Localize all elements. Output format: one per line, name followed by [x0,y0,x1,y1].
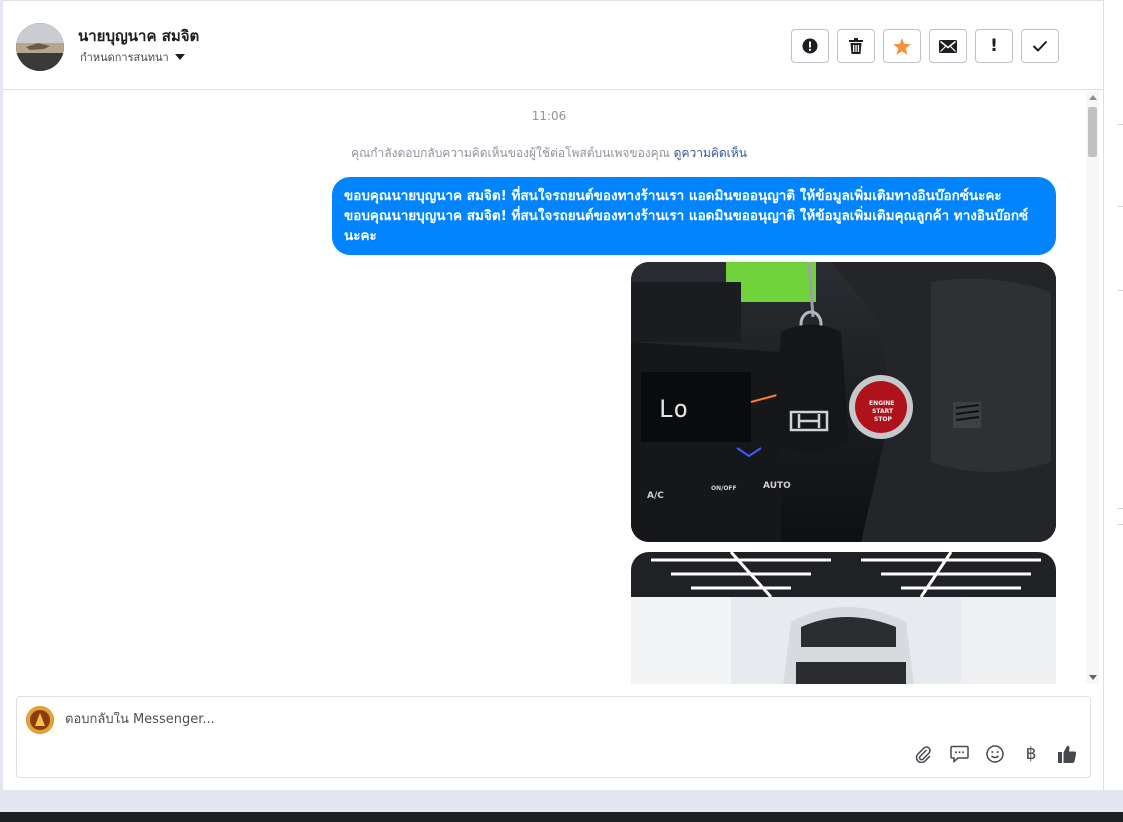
car-trunk-photo[interactable] [631,552,1056,684]
message-timestamp: 11:06 [531,109,567,123]
follow-up-button[interactable]: ! [975,29,1013,63]
delete-button[interactable] [837,29,875,63]
star-icon [893,37,911,55]
scroll-up-arrow-icon[interactable] [1089,95,1097,100]
exclamation-icon: ! [990,36,998,56]
outgoing-message-bubble[interactable]: ขอบคุณนายบุญนาค สมจิต! ที่สนใจรถยนต์ของท… [332,177,1056,255]
contact-name[interactable]: นายบุญนาค สมจิต [78,24,199,48]
comment-reply-notice: คุณกำลังตอบกลับความคิดเห็นของผู้ใช้ต่อโพ… [3,144,1095,163]
taskbar-strip [0,812,1123,822]
header-actions: ! [791,29,1059,63]
done-button[interactable] [1021,29,1059,63]
checkmark-icon [1032,40,1048,52]
like-button[interactable] [1057,744,1077,764]
onoff-button-label: ON/OFF [711,485,737,492]
reply-input[interactable] [65,712,865,727]
stop-label: STOP [874,416,893,423]
scrollbar-thumb[interactable] [1088,107,1097,157]
thread-scrollbar[interactable] [1086,91,1099,684]
baht-icon: ฿ [1025,744,1037,764]
start-label: START [872,408,894,415]
mark-unread-button[interactable] [929,29,967,63]
reply-composer: ฿ [16,696,1091,778]
composer-tools: ฿ [913,744,1077,764]
smiley-icon [986,745,1004,763]
message-thread[interactable]: 11:06 คุณกำลังตอบกลับความคิดเห็นของผู้ใช… [3,91,1103,684]
conversation-panel: นายบุญนาค สมจิต กำหนดการสนทนา ! 11:06 คุ… [3,0,1103,790]
chevron-down-icon [174,54,185,60]
engine-label: ENGINE [869,400,894,407]
chat-bubble-icon [949,745,969,763]
thumbs-up-icon [1058,745,1077,763]
contact-avatar[interactable] [16,23,64,71]
saved-replies-button[interactable] [949,744,969,764]
notice-text: คุณกำลังตอบกลับความคิดเห็นของผู้ใช้ต่อโพ… [351,146,670,160]
alert-circle-icon [802,38,818,54]
emoji-button[interactable] [985,744,1005,764]
spam-button[interactable] [791,29,829,63]
page-avatar [26,706,54,734]
view-comment-link[interactable]: ดูความคิดเห็น [674,146,747,160]
trash-icon [849,38,863,54]
paperclip-icon [915,746,931,763]
car-key-photo[interactable]: Lo A/C ON/OFF AUTO ENGINE START STOP [631,262,1056,542]
assign-label: กำหนดการสนทนา [80,51,169,64]
payment-button[interactable]: ฿ [1021,744,1041,764]
right-sidebar-edge [1103,0,1123,790]
envelope-icon [939,39,957,53]
assign-conversation-dropdown[interactable]: กำหนดการสนทนา [80,48,185,66]
auto-button-label: AUTO [763,481,791,491]
star-button[interactable] [883,29,921,63]
ac-button-label: A/C [647,491,664,501]
conversation-header: นายบุญนาค สมจิต กำหนดการสนทนา ! [3,0,1103,90]
scroll-down-arrow-icon[interactable] [1089,675,1097,680]
attach-button[interactable] [913,744,933,764]
ac-display-text: Lo [659,395,688,423]
